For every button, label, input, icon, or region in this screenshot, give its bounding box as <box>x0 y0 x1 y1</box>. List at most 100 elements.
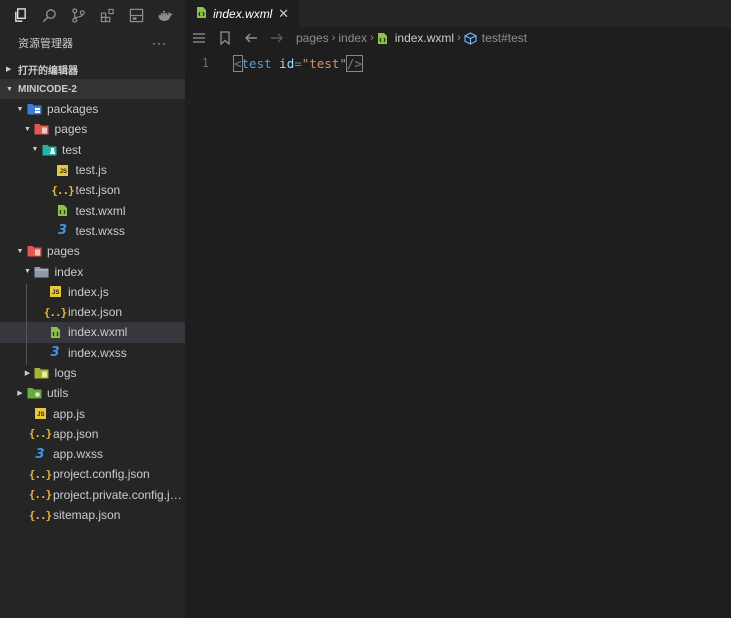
forward-arrow-icon[interactable] <box>270 29 296 47</box>
json-file-icon: {..} <box>28 467 52 481</box>
json-file-icon: {..} <box>43 305 67 319</box>
indent-guide <box>26 284 27 365</box>
more-actions-button[interactable]: ··· <box>152 36 167 50</box>
wxss-file-icon: 3 <box>35 446 45 462</box>
layout-icon[interactable] <box>122 0 151 30</box>
tree-folder[interactable]: ▼ pages <box>0 241 185 261</box>
js-file-icon: JS <box>55 163 71 177</box>
search-icon[interactable] <box>35 0 64 30</box>
folder-logs-icon <box>34 366 50 380</box>
equals-sign: = <box>294 55 302 71</box>
wxss-file-icon: 3 <box>50 345 60 361</box>
tab-label: index.wxml <box>213 6 273 21</box>
tree-file[interactable]: {..} app.json <box>0 424 185 444</box>
attribute-value: "test" <box>301 55 347 71</box>
open-editors-section[interactable]: ▶ 打开的编辑器 <box>0 59 185 79</box>
folder-test-icon <box>41 143 57 157</box>
files-icon[interactable] <box>6 0 35 30</box>
breadcrumb-separator: › <box>370 32 374 44</box>
js-file-icon: JS <box>47 285 63 299</box>
tree-folder[interactable]: ▼ index <box>0 261 185 281</box>
wxml-file-icon <box>196 6 207 22</box>
tree-file[interactable]: {..} project.private.config.js... <box>0 485 185 505</box>
tree-item-label: index.wxml <box>68 325 128 340</box>
chevron-down-icon: ▼ <box>24 125 31 133</box>
tree-file[interactable]: index.wxml <box>0 322 185 343</box>
code-area[interactable]: 1 <test id="test"/> <box>185 52 731 618</box>
folder-pages-icon <box>26 244 42 258</box>
tree-item-label: index.json <box>68 305 123 320</box>
tree-file[interactable]: {..} project.config.json <box>0 464 185 484</box>
json-file-icon: {..} <box>51 183 74 197</box>
code-text[interactable]: <test id="test"/> <box>233 54 363 72</box>
breadcrumb-separator: › <box>457 32 461 44</box>
tree-item-label: test.wxss <box>75 223 125 238</box>
js-file-icon: JS <box>32 407 48 421</box>
source-control-icon[interactable] <box>64 0 93 30</box>
back-arrow-icon[interactable] <box>244 29 270 47</box>
cube-icon <box>464 31 477 45</box>
tree-file[interactable]: 3 index.wxss <box>0 343 185 363</box>
chevron-right-icon: ▶ <box>17 390 23 398</box>
folder-utils-icon <box>26 386 42 400</box>
folder-packages-icon <box>26 102 42 116</box>
chevron-right-icon: ▶ <box>24 370 31 377</box>
tree-item-label: sitemap.json <box>53 508 121 523</box>
open-editors-label: 打开的编辑器 <box>18 65 78 77</box>
wxml-file-icon <box>55 204 71 218</box>
tree-file[interactable]: 3 test.wxss <box>0 221 185 241</box>
tree-item-label: logs <box>54 366 77 380</box>
project-label: MINICODE-2 <box>18 83 77 95</box>
tree-file[interactable]: {..} sitemap.json <box>0 505 185 525</box>
extensions-icon[interactable] <box>93 0 122 30</box>
wxss-file-icon: 3 <box>57 223 68 239</box>
tree-folder[interactable]: ▶ utils <box>0 383 185 403</box>
tree-file[interactable]: 3 app.wxss <box>0 444 185 464</box>
tree-item-label: app.json <box>53 426 99 441</box>
json-file-icon: {..} <box>28 488 52 502</box>
chevron-down-icon: ▼ <box>24 268 31 276</box>
code-line[interactable]: 1 <test id="test"/> <box>185 52 731 74</box>
tab-bar: index.wxml ✕ <box>185 0 731 27</box>
tree-folder[interactable]: ▼ pages <box>0 119 185 139</box>
breadcrumb-item-symbol[interactable]: test#test <box>482 31 527 45</box>
tree-item-label: index.wxss <box>68 345 127 360</box>
tree-file[interactable]: JS app.js <box>0 403 185 423</box>
file-tree: ▼ packages ▼ pages ▼ test JS test.js {..} test.js… <box>0 99 185 525</box>
chevron-down-icon: ▼ <box>6 85 13 93</box>
sidebar: 资源管理器 ··· ▶ 打开的编辑器 ▼ MINICODE-2 ▼ package… <box>0 0 185 618</box>
tree-item-label: app.wxss <box>53 447 104 462</box>
tree-item-label: pages <box>47 244 80 259</box>
bracket-close: /> <box>345 54 363 72</box>
tree-item-label: index.js <box>68 284 109 299</box>
tree-file[interactable]: JS index.js <box>0 282 185 302</box>
tree-file[interactable]: {..} test.json <box>0 180 185 200</box>
tab-index-wxml[interactable]: index.wxml ✕ <box>185 0 298 27</box>
list-icon[interactable] <box>192 29 218 47</box>
tree-file[interactable]: {..} index.json <box>0 302 185 322</box>
tree-file[interactable]: test.wxml <box>0 200 185 220</box>
json-file-icon: {..} <box>28 508 52 522</box>
folder-pages-icon <box>34 122 50 136</box>
docker-icon[interactable] <box>151 0 180 30</box>
tree-item-label: test <box>62 142 82 157</box>
explorer-header: 资源管理器 ··· <box>0 30 185 56</box>
tree-folder[interactable]: ▶ logs <box>0 363 185 383</box>
project-section[interactable]: ▼ MINICODE-2 <box>0 79 185 99</box>
chevron-down-icon: ▼ <box>31 146 39 154</box>
close-icon[interactable]: ✕ <box>278 6 289 22</box>
editor: index.wxml ✕ pages › index › index.wxml … <box>185 0 731 618</box>
tree-folder[interactable]: ▼ test <box>0 140 185 160</box>
tree-item-label: test.json <box>75 183 121 198</box>
breadcrumb-item-pages[interactable]: pages <box>296 31 329 45</box>
bracket-open: < <box>233 54 243 72</box>
tree-folder[interactable]: ▼ packages <box>0 99 185 119</box>
breadcrumb-item-file[interactable]: index.wxml <box>395 31 454 45</box>
tree-file[interactable]: JS test.js <box>0 160 185 180</box>
wxml-file-icon <box>47 325 63 339</box>
breadcrumb: pages › index › index.wxml › test#test <box>296 31 527 45</box>
bookmark-icon[interactable] <box>218 29 244 47</box>
tree-item-label: pages <box>54 122 88 137</box>
breadcrumb-item-index[interactable]: index <box>338 31 367 45</box>
explorer-title: 资源管理器 <box>18 38 73 50</box>
